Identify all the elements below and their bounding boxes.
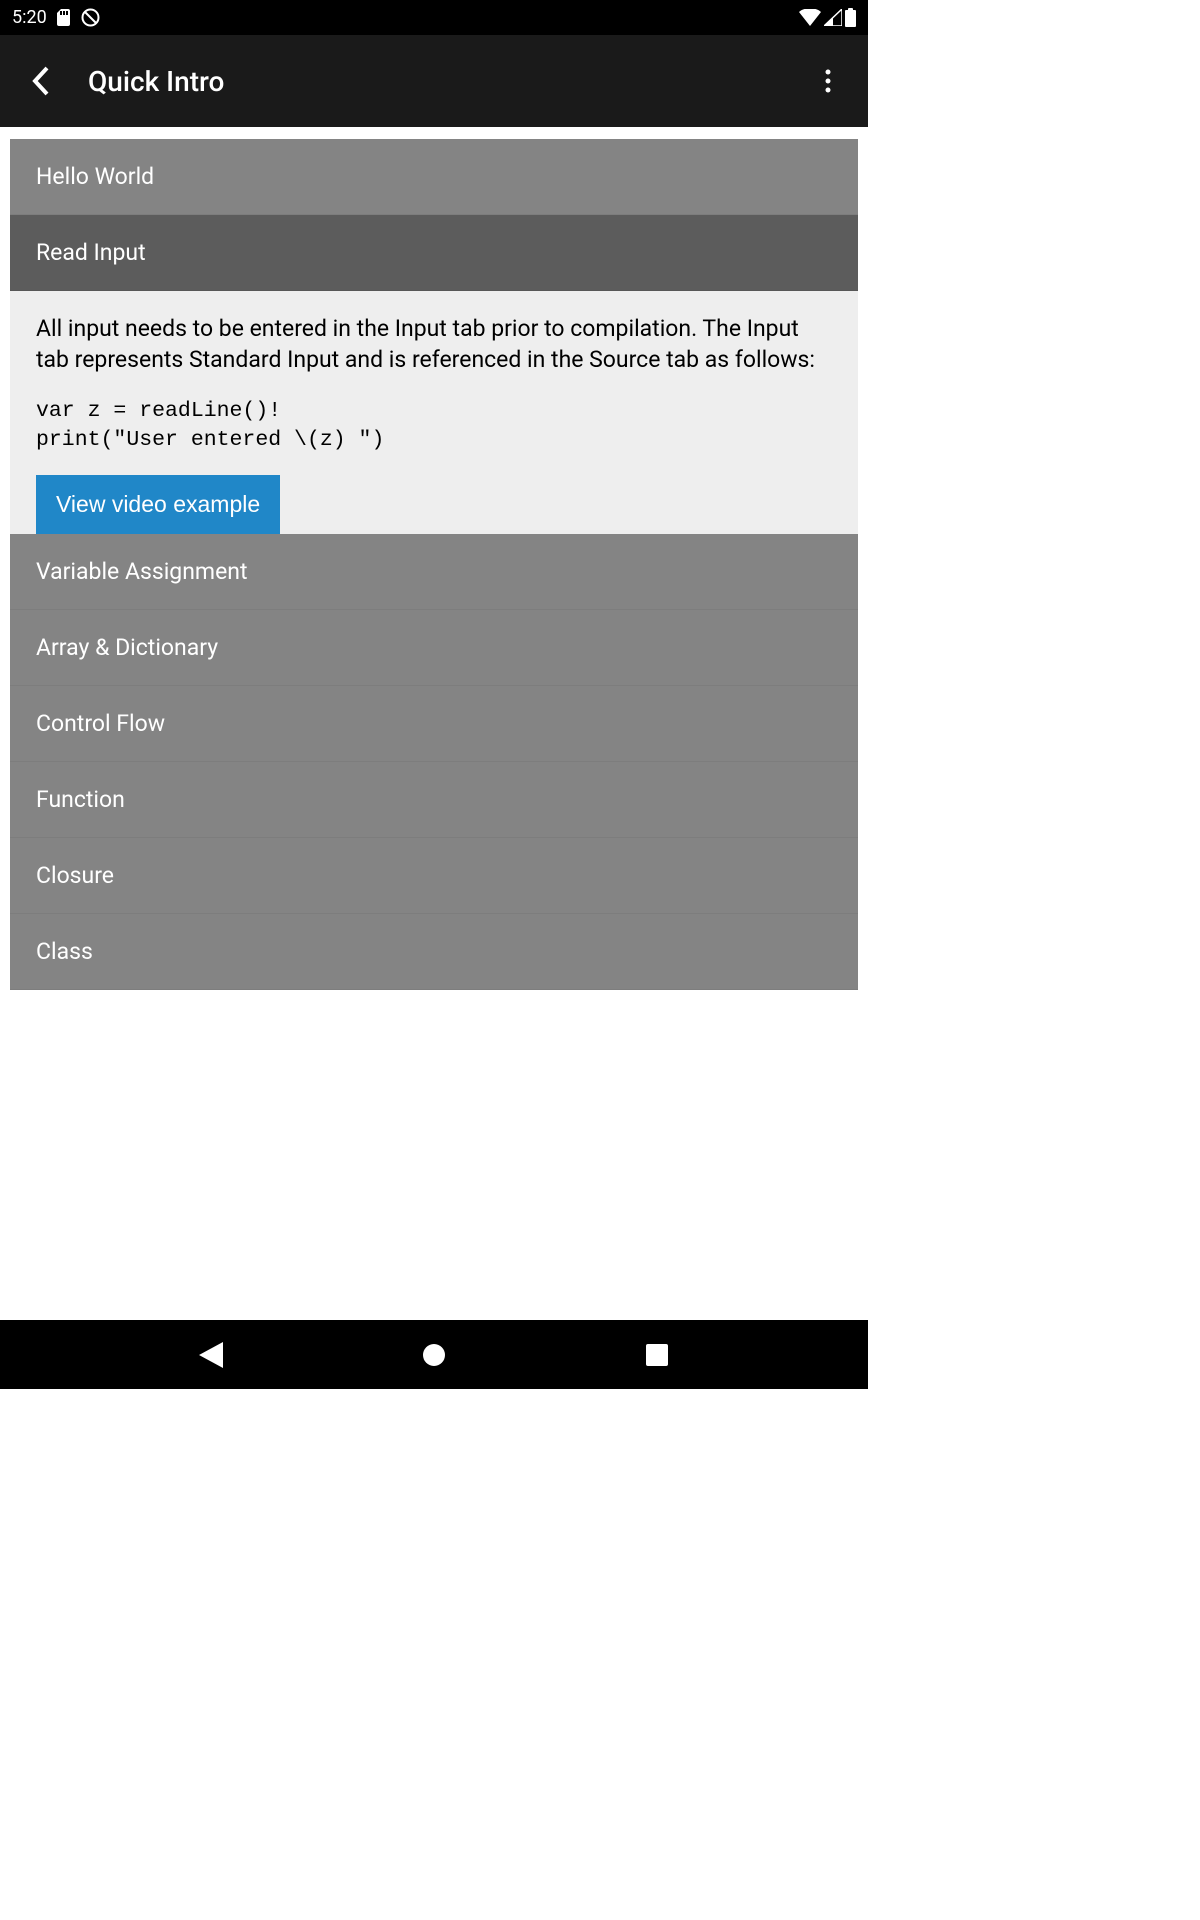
list-item-label: Function: [36, 786, 125, 813]
list-item-array-dictionary[interactable]: Array & Dictionary: [10, 610, 858, 686]
content-area: Hello World Read Input All input needs t…: [0, 127, 868, 990]
list-item-variable-assignment[interactable]: Variable Assignment: [10, 534, 858, 610]
code-block: var z = readLine()! print("User entered …: [36, 397, 832, 455]
view-video-button[interactable]: View video example: [36, 475, 280, 534]
back-button[interactable]: [20, 61, 60, 101]
signal-icon: [824, 9, 842, 26]
expanded-content: All input needs to be entered in the Inp…: [10, 291, 858, 534]
list-item-label: Hello World: [36, 163, 154, 190]
sd-card-icon: [57, 9, 71, 26]
list-item-read-input[interactable]: Read Input: [10, 215, 858, 291]
list-item-class[interactable]: Class: [10, 914, 858, 990]
list-item-control-flow[interactable]: Control Flow: [10, 686, 858, 762]
list-item-closure[interactable]: Closure: [10, 838, 858, 914]
do-not-disturb-icon: [81, 8, 100, 27]
navigation-bar: [0, 1320, 868, 1389]
square-recent-icon: [646, 1344, 668, 1366]
more-vert-icon: [825, 69, 831, 93]
nav-recent-button[interactable]: [637, 1335, 677, 1375]
status-bar-right: [799, 8, 856, 27]
list-item-label: Class: [36, 938, 93, 965]
chevron-left-icon: [29, 64, 51, 98]
page-title: Quick Intro: [88, 65, 224, 98]
list-item-hello-world[interactable]: Hello World: [10, 139, 858, 215]
status-bar-left: 5:20: [12, 7, 100, 28]
app-bar: Quick Intro: [0, 35, 868, 127]
description-text: All input needs to be entered in the Inp…: [36, 313, 832, 375]
more-options-button[interactable]: [808, 61, 848, 101]
triangle-back-icon: [199, 1342, 223, 1368]
list-item-label: Read Input: [36, 239, 146, 266]
status-bar: 5:20: [0, 0, 868, 35]
nav-back-button[interactable]: [191, 1335, 231, 1375]
list-item-function[interactable]: Function: [10, 762, 858, 838]
list-item-label: Array & Dictionary: [36, 634, 218, 661]
battery-icon: [845, 8, 856, 27]
list-item-label: Variable Assignment: [36, 558, 248, 585]
status-time: 5:20: [12, 7, 47, 28]
circle-home-icon: [422, 1343, 446, 1367]
nav-home-button[interactable]: [414, 1335, 454, 1375]
list-item-label: Control Flow: [36, 710, 165, 737]
wifi-icon: [799, 9, 821, 26]
list-item-label: Closure: [36, 862, 114, 889]
